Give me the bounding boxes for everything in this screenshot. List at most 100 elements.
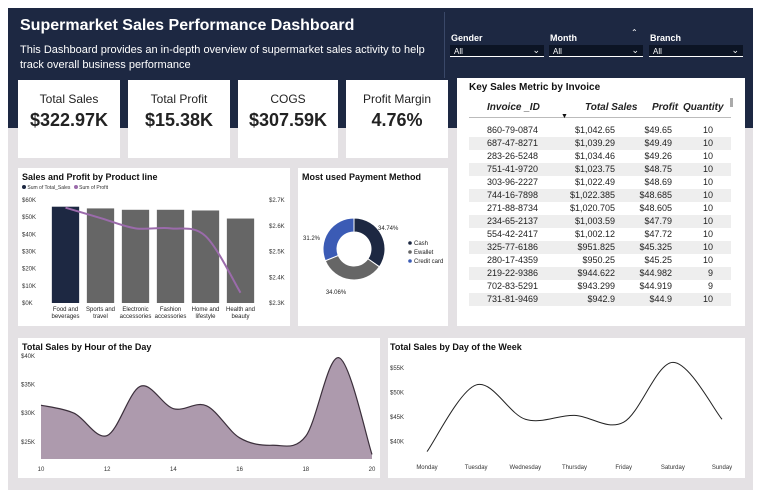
column-header-quantity[interactable]: Quantity: [683, 102, 724, 113]
sort-descending-icon[interactable]: ▼: [561, 113, 568, 120]
legend-entry-profit: Sum of Profit: [79, 185, 109, 191]
table-row[interactable]: 219-22-9386 $944.622 $44.982 9: [469, 267, 731, 280]
month-slicer[interactable]: All ⌄: [549, 45, 643, 57]
kpi-value: $15.38K: [144, 110, 214, 130]
cell-total-sales: $1,039.29: [574, 138, 615, 148]
donut-slice: [322, 217, 355, 262]
kpi-card-total-profit: Total Profit $15.38K: [128, 80, 230, 158]
cell-invoice-id: 234-65-2137: [487, 216, 539, 226]
area-total-sales: [41, 357, 372, 459]
table-row[interactable]: 554-42-2417 $1,002.12 $47.72 10: [469, 228, 731, 241]
cell-quantity: 10: [702, 138, 713, 148]
x-tick-label: 10: [38, 467, 45, 473]
cell-profit: $49.65: [644, 125, 672, 135]
scrollbar-thumb[interactable]: [730, 98, 733, 107]
cell-quantity: 10: [702, 255, 713, 265]
column-header-profit[interactable]: Profit: [652, 102, 678, 113]
payment-method-chart-panel: Most used Payment Method 34.74% 34.06% 31.…: [298, 168, 448, 326]
bar-total-sales: [226, 218, 255, 303]
branch-slicer-value: All: [653, 47, 662, 56]
gender-slicer[interactable]: All ⌄: [450, 45, 544, 57]
y-tick-label: $50K: [22, 215, 36, 221]
slice-data-label: 34.06%: [326, 290, 347, 296]
x-tick-label: Sports and: [86, 307, 115, 313]
chevron-down-icon: ⌄: [631, 45, 639, 55]
table-row[interactable]: 731-81-9469 $942.9 $44.9 10: [469, 293, 731, 306]
branch-slicer[interactable]: All ⌄: [649, 45, 743, 57]
product-chart-title: Sales and Profit by Product line: [22, 172, 158, 182]
cell-total-sales: $1,022.385: [569, 190, 615, 200]
column-header-invoice[interactable]: Invoice _ID: [487, 102, 540, 113]
table-row[interactable]: 702-83-5291 $943.299 $44.919 9: [469, 280, 731, 293]
table-row[interactable]: 303-96-2227 $1,022.49 $48.69 10: [469, 176, 731, 189]
day-line-chart: $40K $45K $50K $55K Monday Tuesday Wednesday Th…: [390, 361, 732, 471]
table-row[interactable]: 271-88-8734 $1,020.705 $48.605 10: [469, 202, 731, 215]
y-tick-label: $30K: [21, 411, 35, 417]
cell-invoice-id: 744-16-7898: [487, 190, 539, 200]
cell-total-sales: $950.25: [582, 255, 615, 265]
x-tick-label: Sunday: [712, 465, 732, 471]
table-row[interactable]: 280-17-4359 $950.25 $45.25 10: [469, 254, 731, 267]
cell-profit: $48.605: [639, 203, 672, 213]
chevron-up-icon[interactable]: ⌃: [631, 28, 638, 37]
cell-profit: $45.25: [644, 255, 672, 265]
y-tick-label: $0K: [22, 301, 33, 307]
y-tick-label: $35K: [21, 383, 35, 389]
x-tick-label: Tuesday: [465, 465, 488, 471]
cell-profit: $44.919: [639, 281, 672, 291]
slice-data-label: 34.74%: [378, 226, 399, 232]
bar-total-sales: [51, 206, 80, 303]
x-tick-label: Saturday: [661, 465, 685, 471]
cell-total-sales: $1,034.46: [574, 151, 615, 161]
table-row[interactable]: 234-65-2137 $1,003.59 $47.79 10: [469, 215, 731, 228]
cell-quantity: 10: [702, 151, 713, 161]
hour-chart-panel: Total Sales by Hour of the Day $25K $30K $…: [18, 338, 380, 478]
table-row[interactable]: 751-41-9720 $1,023.75 $48.75 10: [469, 163, 731, 176]
cell-profit: $45.325: [639, 242, 672, 252]
legend-entry: Ewallet: [414, 250, 434, 256]
bar-total-sales: [121, 209, 150, 303]
cell-quantity: 10: [702, 203, 713, 213]
cell-invoice-id: 702-83-5291: [487, 281, 539, 291]
x-tick-label: Fashion: [160, 307, 181, 313]
gender-slicer-label: Gender: [451, 33, 483, 43]
bar-total-sales: [156, 209, 185, 303]
invoice-table-body: 860-79-0874 $1,042.65 $49.65 10 687-47-8271 $…: [469, 124, 731, 326]
legend-entry-sales: Sum of Total_Sales: [27, 185, 71, 191]
table-row[interactable]: 687-47-8271 $1,039.29 $49.49 10: [469, 137, 731, 150]
payment-donut-chart: 34.74% 34.06% 31.2% Cash Ewallet Credit card: [303, 217, 443, 296]
kpi-card-total-sales: Total Sales $322.97K: [18, 80, 120, 158]
cell-profit: $47.79: [644, 216, 672, 226]
cell-total-sales: $1,002.12: [574, 229, 615, 239]
cell-profit: $44.982: [639, 268, 672, 278]
legend-marker: [408, 259, 412, 263]
cell-total-sales: $942.9: [587, 294, 615, 304]
x-tick-label: Electronic: [122, 307, 148, 313]
y-tick-label: $50K: [390, 390, 404, 396]
legend-entry: Credit card: [414, 259, 443, 265]
x-tick-label: Thursday: [562, 465, 587, 471]
y2-tick-label: $2.5K: [269, 250, 285, 256]
column-header-total-sales[interactable]: Total Sales: [585, 102, 637, 113]
cell-total-sales: $1,022.49: [574, 177, 615, 187]
cell-invoice-id: 731-81-9469: [487, 294, 539, 304]
table-row[interactable]: 325-77-6186 $951.825 $45.325 10: [469, 241, 731, 254]
kpi-value: $322.97K: [29, 110, 109, 130]
page-subtitle: This Dashboard provides an in-depth over…: [20, 44, 425, 71]
day-chart-panel: Total Sales by Day of the Week $40K $45K $…: [388, 338, 745, 478]
table-row[interactable]: 744-16-7898 $1,022.385 $48.685 10: [469, 189, 731, 202]
x-tick-label: Health and: [226, 307, 255, 313]
day-chart-title: Total Sales by Day of the Week: [390, 342, 522, 352]
hour-area-chart: $25K $30K $35K $40K 10 12 14 16 18 20: [21, 354, 376, 473]
cell-profit: $47.72: [644, 229, 672, 239]
x-tick-label: beauty: [231, 314, 249, 320]
table-row[interactable]: 283-26-5248 $1,034.46 $49.26 10: [469, 150, 731, 163]
cell-profit: $48.685: [639, 190, 672, 200]
cell-quantity: 10: [702, 164, 713, 174]
y2-tick-label: $2.7K: [269, 198, 285, 204]
table-row[interactable]: 860-79-0874 $1,042.65 $49.65 10: [469, 124, 731, 137]
cell-invoice-id: 554-42-2417: [487, 229, 539, 239]
kpi-label: Profit Margin: [362, 92, 432, 106]
cell-quantity: 9: [707, 281, 713, 291]
cell-total-sales: $1,023.75: [574, 164, 615, 174]
